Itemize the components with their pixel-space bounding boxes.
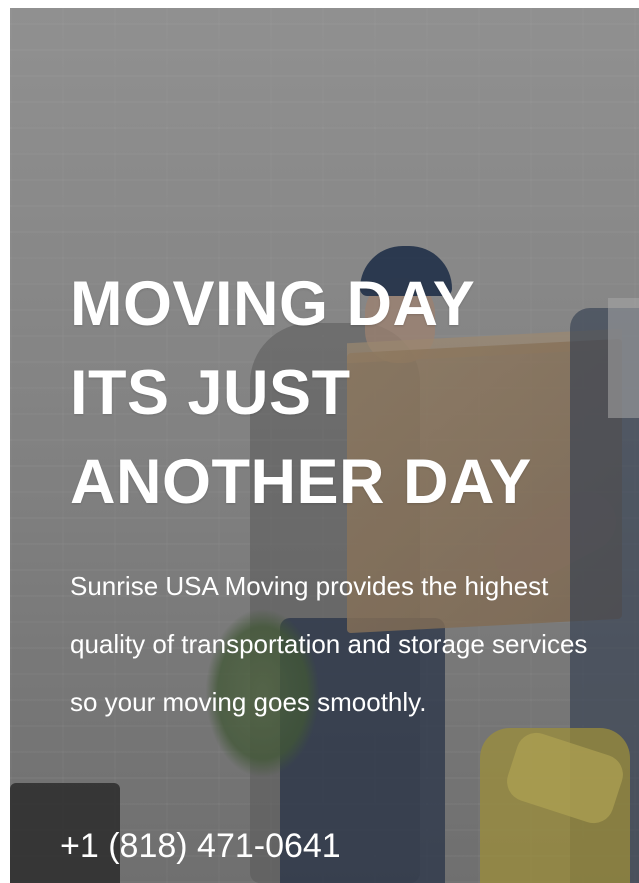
headline-line-3: ANOTHER DAY [70,447,532,517]
phone-link[interactable]: +1 (818) 471-0641 [60,826,341,866]
headline-line-2: ITS JUST [70,358,351,428]
hero-section: MOVING DAY ITS JUST ANOTHER DAY Sunrise … [10,8,639,883]
headline-line-1: MOVING DAY [70,269,476,339]
hero-content: MOVING DAY ITS JUST ANOTHER DAY Sunrise … [70,260,610,731]
hero-headline: MOVING DAY ITS JUST ANOTHER DAY [70,260,610,527]
hero-description: Sunrise USA Moving provides the highest … [70,571,588,717]
